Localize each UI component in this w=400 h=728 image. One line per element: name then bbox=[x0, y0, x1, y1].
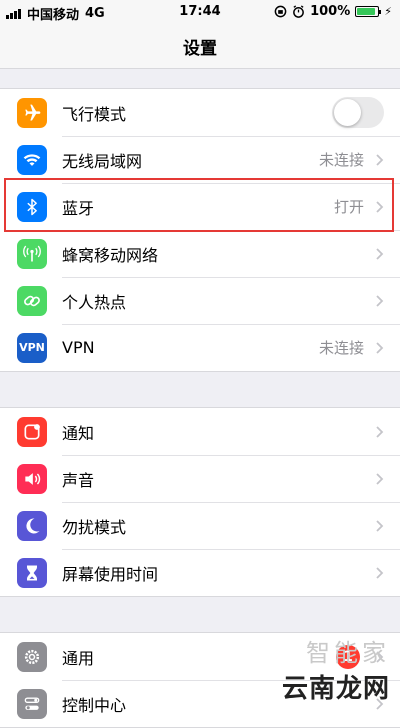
chevron-right-icon bbox=[376, 697, 384, 710]
status-bar: 中国移动 4G 17:44 100% ⚡ bbox=[0, 0, 400, 24]
settings-row-cellular[interactable]: 蜂窝移动网络 bbox=[0, 230, 400, 277]
bluetooth-icon bbox=[17, 191, 47, 222]
row-value: 未连接 bbox=[318, 151, 364, 169]
chevron-right-icon bbox=[376, 566, 384, 579]
chevron-right-icon bbox=[376, 341, 384, 354]
settings-row-bluetooth[interactable]: 蓝牙 打开 bbox=[0, 183, 400, 230]
chevron-right-icon bbox=[376, 519, 384, 532]
sound-icon bbox=[17, 463, 47, 494]
alarm-icon bbox=[293, 5, 304, 18]
row-label: VPN bbox=[62, 338, 95, 357]
settings-row-airplane-mode[interactable]: 飞行模式 bbox=[0, 89, 400, 136]
settings-group-general: 通用 1 控制中心 bbox=[0, 632, 400, 728]
row-label: 屏幕使用时间 bbox=[62, 564, 159, 584]
row-label: 飞行模式 bbox=[62, 104, 127, 124]
row-label: 通知 bbox=[62, 423, 95, 443]
battery-icon bbox=[355, 6, 382, 17]
wifi-icon bbox=[17, 144, 47, 175]
row-label: 个人热点 bbox=[62, 292, 127, 312]
row-label: 声音 bbox=[62, 470, 95, 490]
battery-percent: 100% bbox=[310, 4, 351, 19]
settings-row-notifications[interactable]: 通知 bbox=[0, 408, 400, 455]
nav-bar: 设置 bbox=[0, 24, 400, 69]
row-value: 未连接 bbox=[318, 339, 364, 357]
gear-icon bbox=[17, 641, 47, 672]
row-label: 勿扰模式 bbox=[62, 517, 127, 537]
chevron-right-icon bbox=[376, 153, 384, 166]
vpn-icon-text: VPN bbox=[19, 341, 45, 354]
chevron-right-icon bbox=[376, 425, 384, 438]
row-label: 蜂窝移动网络 bbox=[62, 245, 159, 265]
row-label: 无线局域网 bbox=[62, 151, 143, 171]
settings-row-screen-time[interactable]: 屏幕使用时间 bbox=[0, 549, 400, 596]
row-label: 控制中心 bbox=[62, 695, 127, 715]
settings-row-control-center[interactable]: 控制中心 bbox=[0, 680, 400, 727]
airplane-icon bbox=[17, 97, 47, 128]
airplane-mode-toggle[interactable] bbox=[332, 97, 384, 128]
update-badge: 1 bbox=[336, 644, 360, 669]
settings-row-wifi[interactable]: 无线局域网 未连接 bbox=[0, 136, 400, 183]
rotation-lock-icon bbox=[274, 5, 287, 18]
hourglass-icon bbox=[17, 557, 47, 588]
hotspot-icon bbox=[17, 285, 47, 316]
chevron-right-icon bbox=[376, 472, 384, 485]
row-value: 打开 bbox=[333, 198, 364, 216]
vpn-icon: VPN bbox=[17, 332, 47, 363]
settings-row-general[interactable]: 通用 1 bbox=[0, 633, 400, 680]
settings-group-connectivity: 飞行模式 无线局域网 未连接 蓝牙 打开 蜂窝移动网络 个人热点 VPN VPN… bbox=[0, 88, 400, 372]
control-center-icon bbox=[17, 688, 47, 719]
chevron-right-icon bbox=[376, 650, 384, 663]
settings-row-hotspot[interactable]: 个人热点 bbox=[0, 277, 400, 324]
moon-icon bbox=[17, 510, 47, 541]
chevron-right-icon bbox=[376, 200, 384, 213]
row-label: 蓝牙 bbox=[62, 198, 95, 218]
page-title: 设置 bbox=[183, 38, 217, 59]
charging-icon: ⚡ bbox=[384, 5, 392, 18]
row-label: 通用 bbox=[62, 648, 95, 668]
settings-row-sounds[interactable]: 声音 bbox=[0, 455, 400, 502]
settings-row-vpn[interactable]: VPN VPN 未连接 bbox=[0, 324, 400, 371]
chevron-right-icon bbox=[376, 294, 384, 307]
notification-icon bbox=[17, 416, 47, 447]
settings-row-do-not-disturb[interactable]: 勿扰模式 bbox=[0, 502, 400, 549]
settings-group-notifications: 通知 声音 勿扰模式 屏幕使用时间 bbox=[0, 407, 400, 597]
cellular-icon bbox=[17, 238, 47, 269]
chevron-right-icon bbox=[376, 247, 384, 260]
status-right: 100% ⚡ bbox=[274, 4, 392, 19]
